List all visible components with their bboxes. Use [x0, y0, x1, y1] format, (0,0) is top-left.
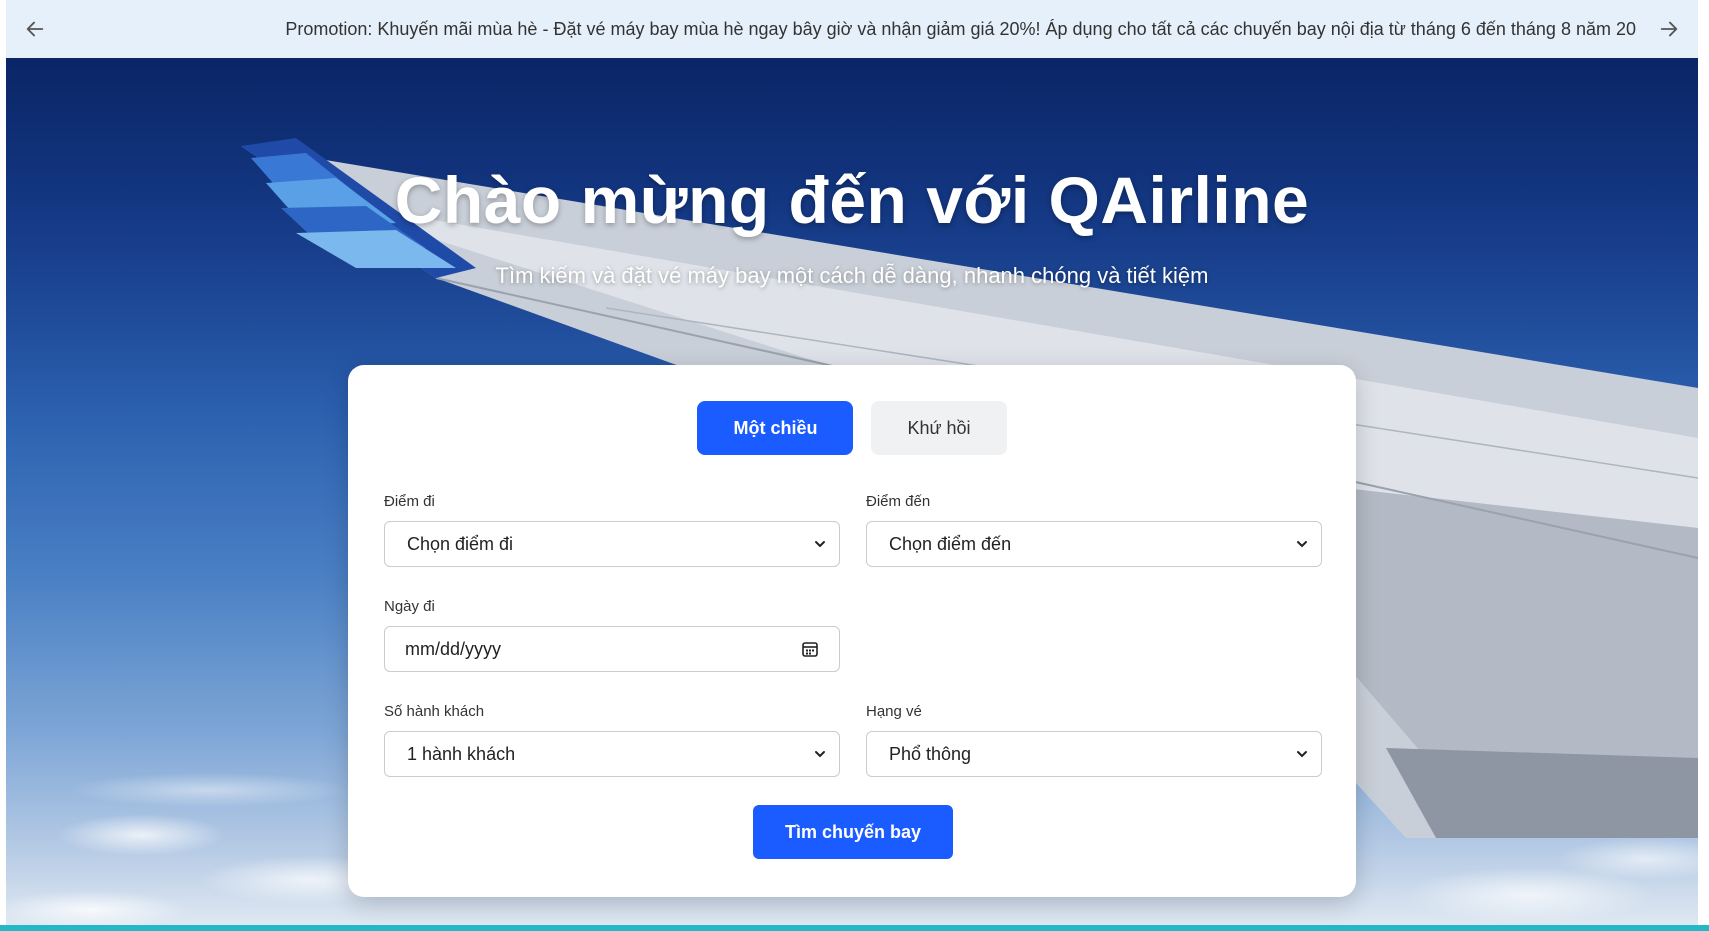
promo-prev-button[interactable]	[6, 0, 64, 58]
ticket-class-field: Hạng vé Phổ thông	[866, 703, 1322, 777]
promotion-banner: Promotion: Khuyến mãi mùa hè - Đặt vé má…	[6, 0, 1698, 58]
promo-next-button[interactable]	[1640, 0, 1698, 58]
flight-search-form: Một chiều Khứ hồi Điểm đi Chọn điểm đi Đ…	[348, 365, 1356, 897]
departure-date-input[interactable]: mm/dd/yyyy	[384, 626, 840, 672]
trip-type-tabs: Một chiều Khứ hồi	[348, 401, 1356, 455]
origin-select[interactable]: Chọn điểm đi	[384, 521, 840, 567]
chevron-down-icon	[813, 537, 827, 551]
origin-value: Chọn điểm đi	[407, 533, 514, 554]
departure-date-label: Ngày đi	[384, 598, 435, 615]
departure-date-field: Ngày đi mm/dd/yyyy	[384, 598, 840, 672]
ticket-class-value: Phổ thông	[889, 743, 972, 764]
promo-text: Promotion: Khuyến mãi mùa hè - Đặt vé má…	[285, 18, 1636, 39]
ticket-class-select[interactable]: Phổ thông	[866, 731, 1322, 777]
hero-subtitle: Tìm kiếm và đặt vé máy bay một cách dễ d…	[495, 263, 1209, 288]
calendar-icon[interactable]	[801, 640, 819, 658]
right-edge	[1698, 0, 1709, 931]
destination-label: Điểm đến	[866, 493, 931, 510]
chevron-down-icon	[1295, 537, 1309, 551]
origin-label: Điểm đi	[384, 493, 435, 510]
destination-field: Điểm đến Chọn điểm đến	[866, 493, 1322, 567]
bottom-accent-strip	[0, 925, 1709, 931]
chevron-down-icon	[813, 747, 827, 761]
hero-title: Chào mừng đến với QAirline	[394, 163, 1310, 237]
passengers-field: Số hành khách 1 hành khách	[384, 703, 840, 777]
search-flights-button[interactable]: Tìm chuyến bay	[753, 805, 953, 859]
destination-value: Chọn điểm đến	[889, 533, 1012, 554]
tab-round-trip[interactable]: Khứ hồi	[871, 401, 1007, 455]
arrow-left-icon	[26, 21, 44, 37]
chevron-down-icon	[1295, 747, 1309, 761]
arrow-right-icon	[1660, 21, 1678, 37]
passengers-select[interactable]: 1 hành khách	[384, 731, 840, 777]
passengers-label: Số hành khách	[384, 703, 485, 720]
tab-one-way[interactable]: Một chiều	[697, 401, 854, 455]
origin-field: Điểm đi Chọn điểm đi	[384, 493, 840, 567]
ticket-class-label: Hạng vé	[866, 703, 922, 720]
destination-select[interactable]: Chọn điểm đến	[866, 521, 1322, 567]
departure-date-placeholder: mm/dd/yyyy	[405, 638, 502, 659]
passengers-value: 1 hành khách	[407, 743, 516, 764]
